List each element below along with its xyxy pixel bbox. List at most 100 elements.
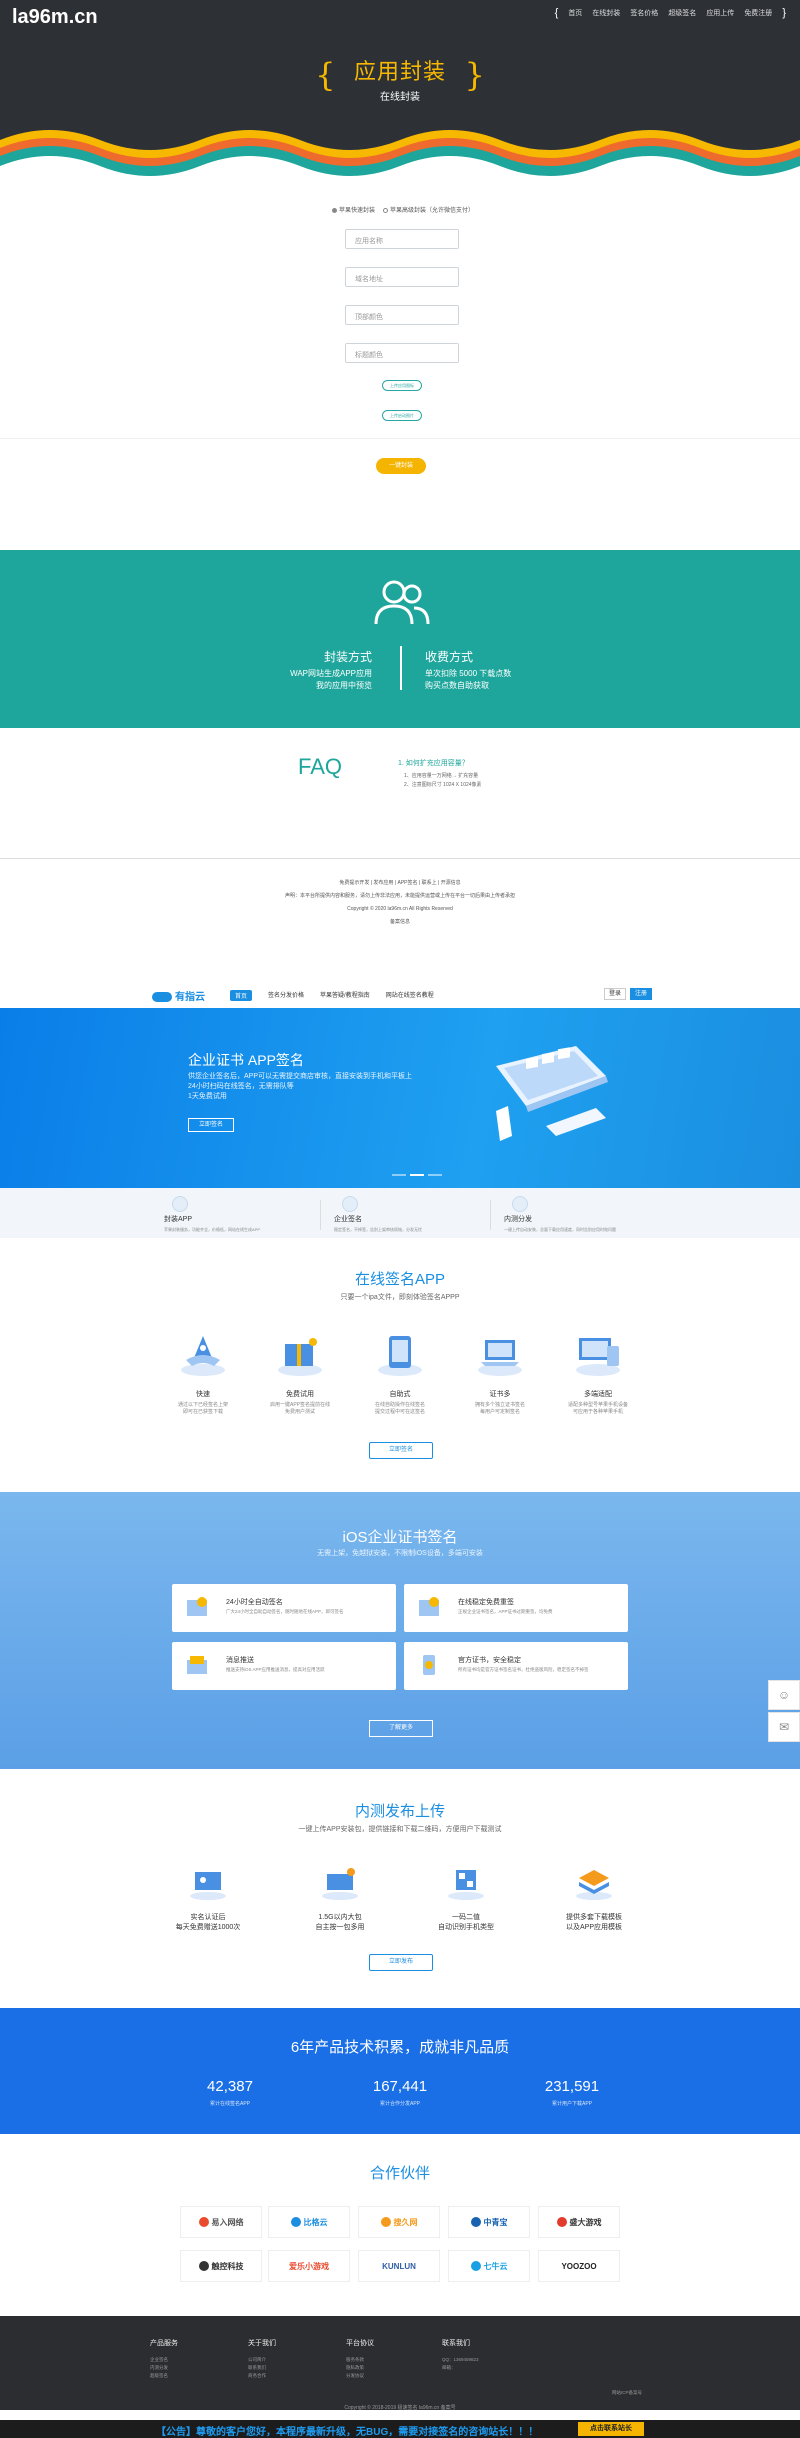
nav-item-price[interactable]: 签名价格	[630, 8, 658, 18]
partner-logo[interactable]: 比格云	[268, 2206, 350, 2238]
nav-item-wrap[interactable]: 在线封装	[592, 8, 620, 18]
partner-logo[interactable]: 盛大游戏	[538, 2206, 620, 2238]
partner-name: 触控科技	[211, 2261, 244, 2271]
upload-splash-button[interactable]: 上传启动图片	[382, 410, 422, 421]
ios-subtitle: 无需上架，免越狱安装，不限制iOS设备，多端可安装	[317, 1550, 483, 1557]
footer-contact-qq: QQ：1369459823	[442, 2357, 479, 2362]
pager-dot[interactable]	[428, 1174, 442, 1176]
site2-nav-home[interactable]: 首页	[230, 990, 253, 1001]
feature-desc-line2: 每用户可定制签名	[479, 1409, 520, 1415]
site2-nav-price[interactable]: 签名分发价格	[268, 990, 304, 1001]
site2-nav-tutorial[interactable]: 网站在线签名教程	[386, 990, 434, 1001]
radio-advanced[interactable]: 苹果高级封装（允许微信支付）	[383, 205, 474, 214]
radio-fast[interactable]: 苹果快速封装	[332, 205, 375, 214]
footer-contact-email: 邮箱：	[442, 2365, 456, 2370]
nav-item-home[interactable]: 首页	[568, 8, 582, 18]
beta-publish-button[interactable]: 立即发布	[369, 1954, 433, 1971]
top-color-input[interactable]: 顶部颜色	[345, 305, 459, 325]
feature-wrap-app[interactable]: 封装APP 苹果封装服务，功能齐全，价格低，网站在线生成APP	[164, 1196, 324, 1233]
banner-desc-line3: 1天免费试用	[188, 1093, 227, 1100]
footer1-links[interactable]: 免费提示开发 | 发布应用 | APP签名 | 联系上 | 开源信息	[0, 877, 800, 890]
stat-dist-count: 167,441	[372, 2078, 428, 2095]
beta-feature-text: 1.5G以内大包 自主按一包多用	[290, 1913, 390, 1933]
id-card-icon	[190, 1872, 226, 1900]
beta-feature-line1: 实名认证后	[190, 1914, 226, 1921]
pricing-section: 封装方式 WAP网站生成APP应用 我的应用中预览 收费方式 单次扣除 5000…	[0, 550, 800, 728]
faq-question: 1. 如何扩充应用容量？	[398, 760, 469, 767]
partner-mark-icon	[556, 2217, 567, 2227]
feature-free-trial: 免费试用 启用一键APP签名提前在线 免费用户测试	[260, 1330, 340, 1416]
package-icon	[322, 1868, 358, 1900]
banner-desc: 供您企业签名后，APP可以无需提交商店审核，直接安装到手机和平板上 24小时扫码…	[188, 1072, 448, 1102]
feature-enterprise-sign[interactable]: 企业签名 稳定签名，不掉签，告别上架审核烦恼，分发无忧	[334, 1196, 494, 1233]
footer-icp[interactable]: 网站ICP备案号	[612, 2390, 642, 2396]
phone-icon	[378, 1336, 422, 1376]
banner-sign-button[interactable]: 立即签名	[188, 1118, 234, 1132]
url-input[interactable]: 域名地址	[345, 267, 459, 287]
document-icon	[342, 1196, 358, 1212]
ios-more-button[interactable]: 了解更多	[369, 1720, 433, 1737]
partner-logo[interactable]: 七牛云	[448, 2250, 530, 2282]
upload-icon-button[interactable]: 上传应用图标	[382, 380, 422, 391]
footer-link[interactable]: 内测分发	[150, 2364, 178, 2372]
login-button[interactable]: 登录	[604, 988, 626, 1000]
partner-mark-icon	[380, 2217, 391, 2227]
footer-link[interactable]: 企业签名	[150, 2356, 178, 2364]
footer-link[interactable]: 隐私政策	[346, 2364, 374, 2372]
app-name-input[interactable]: 应用名称	[345, 229, 459, 249]
contact-admin-button[interactable]: 点击联系站长	[578, 2422, 644, 2436]
site-logo[interactable]: la96m.cn	[12, 6, 98, 29]
partner-logo[interactable]: YOOZOO	[538, 2250, 620, 2282]
title-color-input[interactable]: 标题颜色	[345, 343, 459, 363]
site2-nav-faq[interactable]: 苹果答疑/教程指南	[320, 990, 370, 1001]
footer1-icp[interactable]: 备案信息	[0, 916, 800, 929]
radio-dot-icon	[383, 207, 389, 213]
partner-logo[interactable]: KUNLUN	[358, 2250, 440, 2282]
footer-link[interactable]: 公司简介	[248, 2356, 276, 2364]
footer-link[interactable]: 商务合作	[248, 2372, 276, 2380]
divider-line	[400, 646, 402, 690]
wrap-form: 苹果快速封装 苹果高级封装（允许微信支付） 应用名称 域名地址 顶部颜色 标题颜…	[0, 180, 800, 439]
wrap-method-title: 封装方式	[323, 650, 372, 664]
banner-pager[interactable]	[392, 1174, 442, 1176]
footer-link[interactable]: 分发协议	[346, 2372, 374, 2380]
footer-col-heading: 产品服务	[150, 2340, 178, 2347]
wechat-icon[interactable]: ✉	[768, 1712, 800, 1742]
partner-name: YOOZOO	[561, 2261, 597, 2271]
feature-beta[interactable]: 内测分发 一键上传自动安装，总量下载应用速度，同时告别应用时效问题	[504, 1196, 664, 1233]
partner-logo[interactable]: 搜久网	[358, 2206, 440, 2238]
partner-logo[interactable]: 爱乐小游戏	[268, 2250, 350, 2282]
footer-link[interactable]: 联系我们	[248, 2364, 276, 2372]
footer-link[interactable]: 服务条款	[346, 2356, 374, 2364]
site2-logo[interactable]: 有指云	[152, 988, 205, 1003]
qq-icon[interactable]: ☺	[768, 1680, 800, 1710]
partner-logo[interactable]: 易入网络	[180, 2206, 262, 2238]
partner-name: 易入网络	[211, 2217, 244, 2227]
online-sign-button[interactable]: 立即签名	[369, 1442, 433, 1459]
feature-name: 快速	[196, 1391, 210, 1398]
feature-desc-line2: 提交过程中可在这签名	[374, 1409, 425, 1415]
rocket-icon	[181, 1336, 225, 1376]
card-desc: 广大24小时全自助自动签名，随时随地在线APP，即可签名	[226, 1609, 344, 1614]
banner-desc-line1: 供您企业签名后，APP可以无需提交商店审核，直接安装到手机和平板上	[188, 1073, 413, 1080]
register-button[interactable]: 注册	[630, 988, 652, 1000]
stat-sign-label: 累计在线签名APP	[209, 2101, 250, 2107]
pager-dot[interactable]	[392, 1174, 406, 1176]
online-sign-subtitle: 只要一个ipa文件，即刻体验签名APPP	[340, 1294, 460, 1301]
nav-item-register[interactable]: 免费注册	[744, 8, 772, 18]
stat-sign-count: 42,387	[207, 2078, 253, 2095]
users-icon	[374, 580, 430, 625]
nav-item-supersign[interactable]: 超级签名	[668, 8, 696, 18]
pager-dot[interactable]	[410, 1174, 424, 1176]
stat-download-count: 231,591	[544, 2078, 600, 2095]
card-desc: 推送支持iOS APP应用推送消息，提高对应用活跃	[226, 1667, 325, 1672]
feature-title: 内测分发	[504, 1216, 532, 1223]
hero-subtitle: 在线封装	[380, 91, 420, 103]
ios-card-auto-sign: 24小时全自动签名 广大24小时全自助自动签名，随时随地在线APP，即可签名	[172, 1584, 396, 1632]
card-title: 24小时全自动签名	[226, 1599, 283, 1606]
partner-logo[interactable]: 中青宝	[448, 2206, 530, 2238]
partner-logo[interactable]: 触控科技	[180, 2250, 262, 2282]
submit-wrap-button[interactable]: 一键封装	[376, 458, 426, 474]
nav-item-upload[interactable]: 应用上传	[706, 8, 734, 18]
footer-link[interactable]: 超级签名	[150, 2372, 178, 2380]
